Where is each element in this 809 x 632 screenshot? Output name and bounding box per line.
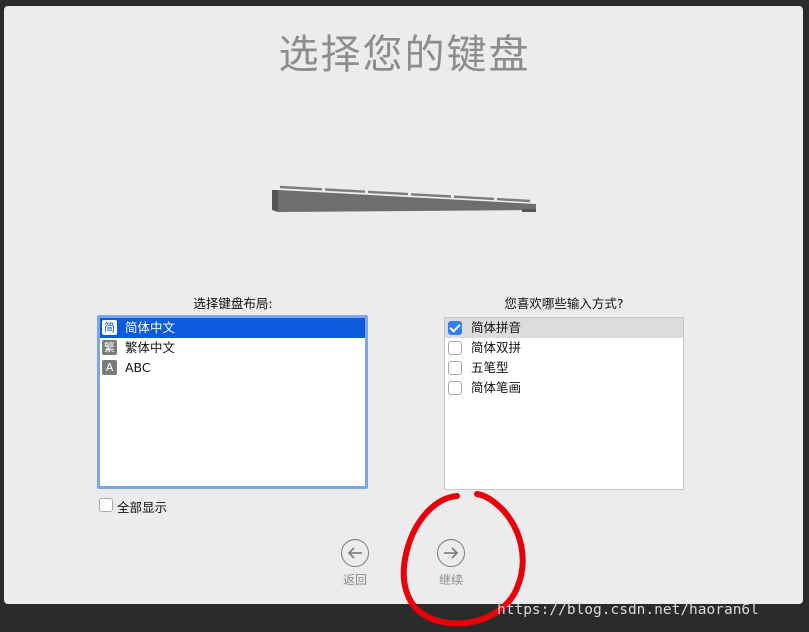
back-label: 返回: [342, 573, 367, 587]
arrow-left-icon: [341, 539, 369, 567]
list-item-label: 繁体中文: [125, 340, 176, 355]
list-item-label: 简体拼音: [471, 320, 522, 335]
input-method-list[interactable]: 简体拼音 简体双拼 五笔型 简体笔画: [444, 317, 684, 490]
list-item-label: 五笔型: [471, 360, 509, 375]
list-item-abc[interactable]: A ABC: [100, 358, 365, 378]
wubi-checkbox[interactable]: [448, 361, 462, 375]
traditional-chinese-icon: 繁: [102, 340, 117, 355]
list-item-label: 简体双拼: [471, 340, 522, 355]
page-title: 选择您的键盘: [278, 32, 531, 78]
list-item-stroke[interactable]: 简体笔画: [445, 378, 683, 398]
list-item-simplified-chinese[interactable]: 简 简体中文: [100, 318, 365, 338]
list-item-label: 简体笔画: [471, 380, 522, 395]
arrow-right-icon: [437, 539, 465, 567]
layout-list[interactable]: 简 简体中文 繁 繁体中文 A ABC: [97, 315, 368, 489]
list-item-traditional-chinese[interactable]: 繁 繁体中文: [100, 338, 365, 358]
keyboard-illustration: [272, 185, 536, 212]
list-item-wubi[interactable]: 五笔型: [445, 358, 683, 378]
list-item-label: ABC: [125, 360, 151, 375]
simplified-chinese-icon: 简: [102, 320, 117, 335]
abc-icon: A: [102, 360, 117, 375]
watermark: https://blog.csdn.net/haoran6l: [497, 602, 759, 618]
continue-label: 继续: [438, 573, 463, 587]
layout-list-label: 选择键盘布局:: [193, 296, 273, 311]
list-item-pinyin[interactable]: 简体拼音: [445, 318, 683, 338]
continue-button[interactable]: 继续: [426, 539, 476, 588]
list-item-label: 简体中文: [125, 320, 176, 335]
checkbox[interactable]: [99, 498, 113, 512]
pinyin-checkbox[interactable]: [448, 321, 462, 335]
shuangpin-checkbox[interactable]: [448, 341, 462, 355]
input-method-list-label: 您喜欢哪些输入方式?: [504, 296, 624, 311]
show-all-label: 全部显示: [117, 500, 168, 515]
back-button[interactable]: 返回: [330, 539, 380, 588]
list-item-shuangpin[interactable]: 简体双拼: [445, 338, 683, 358]
stroke-checkbox[interactable]: [448, 381, 462, 395]
